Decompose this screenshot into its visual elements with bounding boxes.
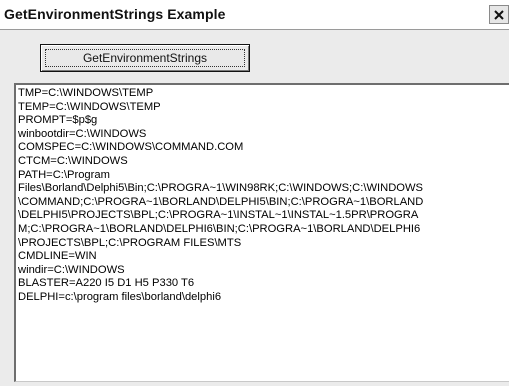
- memo-line: CTCM=C:\WINDOWS: [18, 154, 128, 167]
- memo-line: PROMPT=$p$g: [18, 114, 98, 127]
- get-environment-strings-button[interactable]: GetEnvironmentStrings: [40, 44, 250, 72]
- memo-line: TEMP=C:\WINDOWS\TEMP: [18, 100, 161, 113]
- window-title: GetEnvironmentStrings Example: [4, 6, 226, 22]
- memo-line: M;C:\PROGRA~1\BORLAND\DELPHI6\BIN;C:\PRO…: [18, 222, 421, 235]
- app-window: GetEnvironmentStrings Example GetEnviron…: [0, 0, 509, 386]
- memo-line: PATH=C:\Program: [18, 168, 110, 181]
- memo-line: COMSPEC=C:\WINDOWS\COMMAND.COM: [18, 141, 244, 154]
- close-icon: [494, 9, 504, 20]
- environment-memo[interactable]: TMP=C:\WINDOWS\TEMP TEMP=C:\WINDOWS\TEMP…: [14, 83, 509, 382]
- memo-line: \DELPHI5\PROJECTS\BPL;C:\PROGRA~1\INSTAL…: [18, 209, 419, 222]
- memo-line: \COMMAND;C:\PROGRA~1\BORLAND\DELPHI5\BIN…: [18, 195, 424, 208]
- memo-line: BLASTER=A220 I5 D1 H5 P330 T6: [18, 277, 195, 290]
- memo-line: CMDLINE=WIN: [18, 250, 97, 263]
- memo-line: windir=C:\WINDOWS: [18, 263, 125, 276]
- memo-line: winbootdir=C:\WINDOWS: [18, 127, 147, 140]
- button-label: GetEnvironmentStrings: [45, 49, 245, 67]
- memo-line: DELPHI=c:\program files\borland\delphi6: [18, 290, 222, 303]
- title-bar[interactable]: GetEnvironmentStrings Example: [0, 0, 509, 30]
- close-button[interactable]: [489, 5, 509, 24]
- memo-line: \PROJECTS\BPL;C:\PROGRAM FILES\MTS: [18, 236, 242, 249]
- memo-line: Files\Borland\Delphi5\Bin;C:\PROGRA~1\WI…: [18, 182, 424, 195]
- memo-line: TMP=C:\WINDOWS\TEMP: [18, 87, 154, 99]
